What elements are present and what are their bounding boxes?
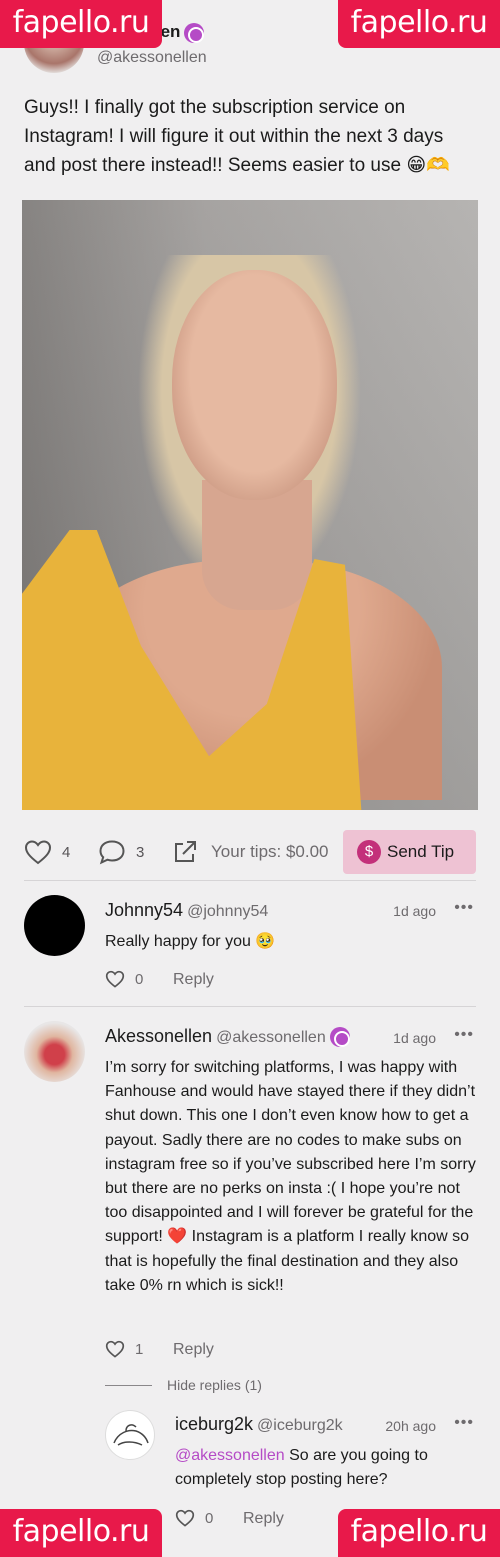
share-icon [175,841,196,862]
verified-badge-icon [184,22,205,43]
more-options-icon[interactable]: ••• [454,899,474,917]
comment-body: Really happy for you 🥹 [105,933,276,950]
comment-like-button[interactable]: 1 [105,1340,143,1358]
like-count: 4 [62,843,71,861]
watermark-top-left: fapello.ru [0,0,162,48]
comment-like-count: 0 [135,970,144,988]
watermark-top-right: fapello.ru [338,0,500,48]
comment-author[interactable]: iceburg2k @iceburg2k [175,1414,343,1435]
comment-author[interactable]: Akessonellen @akessonellen [105,1026,350,1048]
comment-count: 3 [136,843,145,861]
watermark-bottom-left: fapello.ru [0,1509,162,1557]
comment-like-count: 0 [205,1509,214,1527]
comment-time: 20h ago [385,1418,436,1434]
post-text: Guys!! I finally got the subscription se… [24,97,450,176]
comment-time: 1d ago [393,1030,436,1046]
more-options-icon[interactable]: ••• [454,1026,474,1044]
comment: Johnny54 @johnny54 1d ago ••• Really happ… [24,895,476,995]
avatar[interactable] [105,1410,155,1460]
post-actions: 4 3 Your tips: $0.00 $ Send Tip [24,830,476,874]
comment-like-count: 1 [135,1340,144,1358]
comment-like-button[interactable]: 0 [175,1509,213,1527]
more-options-icon[interactable]: ••• [454,1414,474,1432]
author-handle[interactable]: @akessonellen [97,49,207,67]
heart-icon [105,970,125,988]
divider [24,1006,476,1007]
heart-icon [24,840,52,865]
send-tip-label: Send Tip [387,842,455,861]
hide-replies-button[interactable]: Hide replies (1) [167,1377,262,1393]
photo-face [172,270,337,500]
like-button[interactable]: 4 [24,830,70,874]
heart-icon [105,1340,125,1358]
mention-link[interactable]: @akessonellen [175,1447,285,1464]
avatar[interactable] [24,1021,85,1082]
comment-like-button[interactable]: 0 [105,970,143,988]
comment-body: @akessonellen So are you going to comple… [175,1447,428,1489]
watermark-bottom-right: fapello.ru [338,1509,500,1557]
comment-button[interactable]: 3 [98,830,144,874]
comment-icon [99,840,125,865]
reply-button[interactable]: Reply [243,1510,284,1528]
your-tips: Your tips: $0.00 [211,842,329,861]
comment-author[interactable]: Johnny54 @johnny54 [105,900,268,921]
comment-time: 1d ago [393,903,436,919]
comment: Akessonellen @akessonellen 1d ago ••• I’m… [24,1021,476,1366]
comment-body: I’m sorry for switching platforms, I was… [105,1059,476,1294]
verified-badge-icon [329,1027,350,1048]
hide-replies-line [105,1385,152,1386]
reply-button[interactable]: Reply [173,971,214,989]
heart-icon [175,1509,195,1527]
sketch-avatar-icon [113,1424,149,1446]
reply-button[interactable]: Reply [173,1341,214,1359]
post-photo[interactable] [22,200,478,810]
send-tip-button[interactable]: $ Send Tip [343,830,476,874]
divider [24,880,476,881]
avatar[interactable] [24,895,85,956]
share-button[interactable] [172,830,198,874]
dollar-icon: $ [357,840,381,864]
